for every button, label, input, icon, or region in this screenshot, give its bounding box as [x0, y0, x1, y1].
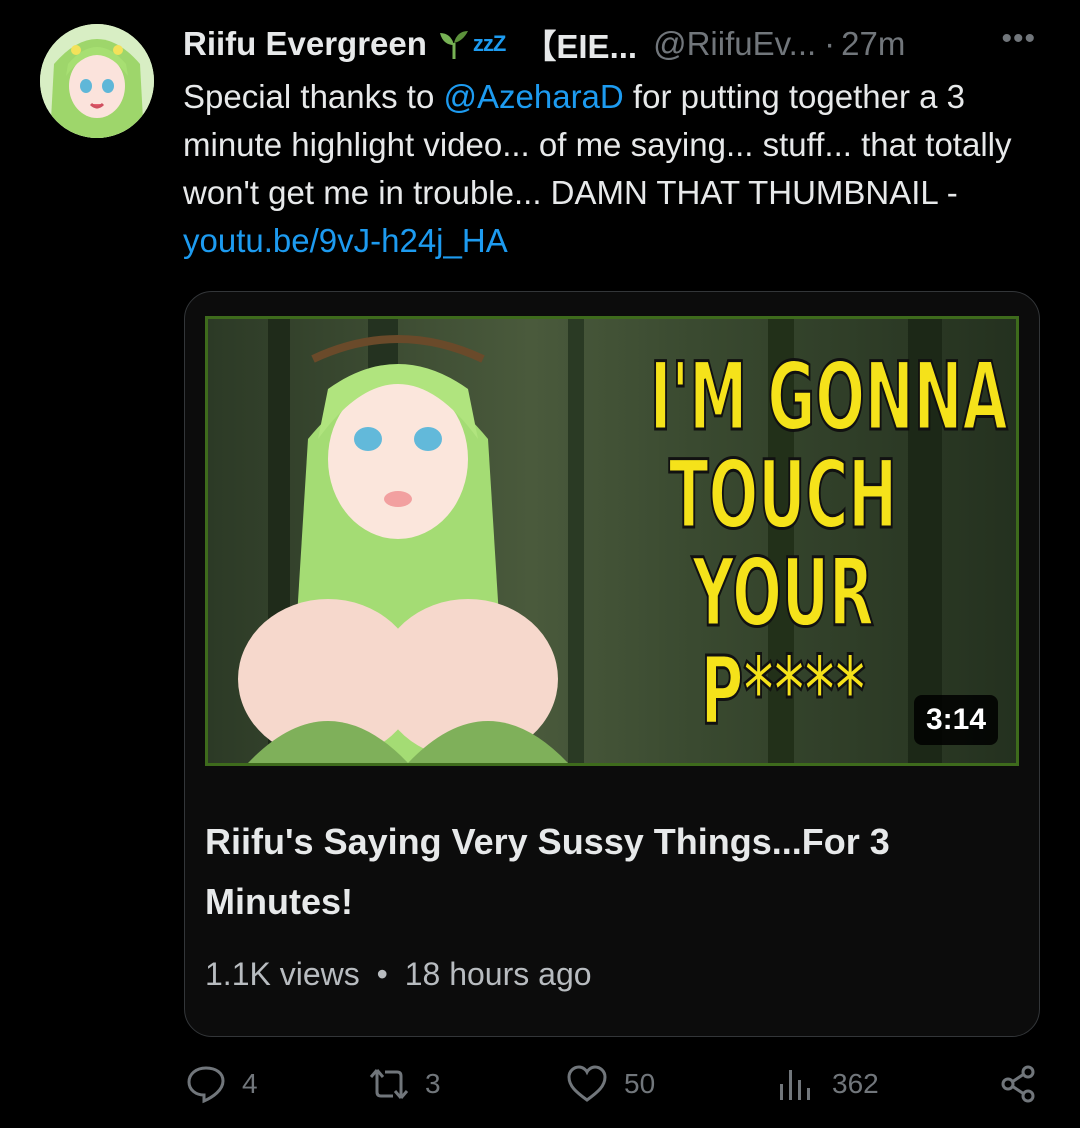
tweet-text-part: Special thanks to — [183, 78, 444, 115]
meta-separator: • — [376, 956, 388, 992]
share-icon — [1001, 1065, 1035, 1103]
video-title[interactable]: Riifu's Saying Very Sussy Things...For 3… — [205, 812, 965, 932]
video-thumbnail[interactable]: I'M GONNA TOUCH YOUR P**** 3:14 — [205, 316, 1019, 766]
tweet-actions: 4 3 50 362 — [186, 1064, 1046, 1114]
retweet-icon — [369, 1069, 409, 1099]
reply-button[interactable]: 4 — [186, 1064, 258, 1104]
retweet-count: 3 — [425, 1068, 441, 1099]
author-name-suffix[interactable]: 【EIE... — [523, 20, 637, 68]
video-age: 18 hours ago — [404, 956, 592, 992]
video-duration: 3:14 — [913, 695, 998, 745]
like-button[interactable]: 50 — [566, 1064, 655, 1104]
author-name[interactable]: Riifu Evergreen — [183, 25, 427, 63]
zzz-icon: zzZ — [472, 31, 506, 56]
video-link[interactable]: youtu.be/9vJ-h24j_HA — [183, 222, 508, 259]
tweet-text: Special thanks to @AzeharaD for putting … — [183, 73, 1053, 265]
tweet-header: Riifu Evergreen zzZ 【EIE... @RiifuEv... … — [183, 22, 1050, 66]
video-views: 1.1K views — [205, 956, 360, 992]
author-handle[interactable]: @RiifuEv... — [653, 25, 816, 63]
seedling-icon — [437, 27, 471, 61]
tweet-timestamp[interactable]: 27m — [841, 25, 905, 63]
thumbnail-caption: I'M GONNA TOUCH YOUR P**** — [649, 343, 1009, 746]
like-icon — [567, 1065, 607, 1102]
like-count: 50 — [624, 1068, 656, 1099]
share-button[interactable] — [998, 1064, 1054, 1104]
views-button[interactable]: 362 — [776, 1064, 879, 1104]
mention-link[interactable]: @AzeharaD — [444, 78, 624, 115]
video-meta: 1.1K views • 18 hours ago — [205, 956, 592, 993]
retweet-button[interactable]: 3 — [369, 1064, 441, 1104]
more-icon[interactable]: ••• — [1001, 22, 1036, 56]
link-preview-card[interactable]: I'M GONNA TOUCH YOUR P**** 3:14 Riifu's … — [184, 291, 1040, 1037]
views-count: 362 — [832, 1068, 879, 1099]
reply-count: 4 — [242, 1068, 258, 1099]
views-icon — [780, 1070, 810, 1100]
author-avatar[interactable] — [40, 24, 154, 138]
reply-icon — [187, 1066, 225, 1104]
header-separator: · — [824, 25, 836, 62]
